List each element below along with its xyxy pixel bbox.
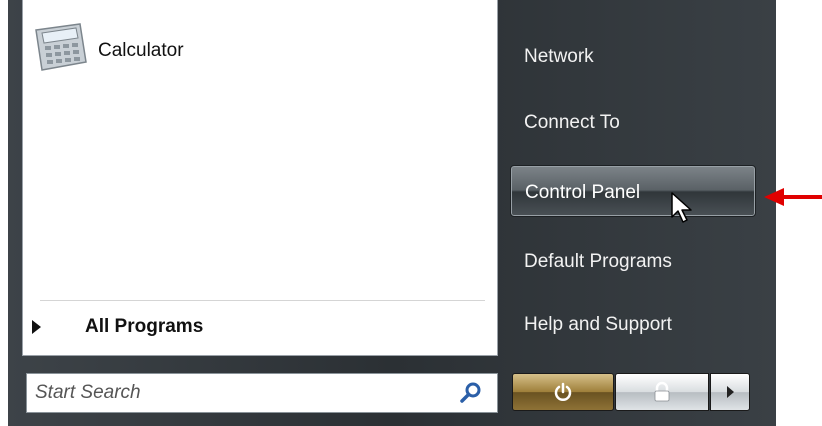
- mouse-cursor-icon: [671, 192, 692, 223]
- shutdown-options-button[interactable]: [710, 373, 750, 411]
- program-label: Calculator: [98, 40, 184, 61]
- menu-item-control-panel[interactable]: Control Panel: [510, 165, 756, 217]
- search-input[interactable]: [27, 381, 437, 405]
- lock-button[interactable]: [615, 373, 709, 411]
- menu-item-default-programs[interactable]: Default Programs: [524, 251, 672, 273]
- magnifier-icon[interactable]: [459, 381, 483, 405]
- program-item-calculator[interactable]: Calculator: [30, 22, 290, 82]
- all-programs-label: All Programs: [85, 316, 204, 337]
- power-icon: [554, 382, 572, 401]
- power-button[interactable]: [512, 373, 614, 411]
- search-box[interactable]: [26, 373, 498, 413]
- calculator-icon: [35, 23, 87, 71]
- triangle-right-icon: [32, 320, 41, 334]
- red-arrow-icon: [764, 188, 822, 206]
- divider: [40, 300, 485, 301]
- all-programs-button[interactable]: All Programs: [32, 316, 203, 338]
- menu-item-network[interactable]: Network: [524, 46, 594, 68]
- arrow-right-icon: [726, 386, 734, 398]
- menu-item-connect-to[interactable]: Connect To: [524, 112, 620, 134]
- menu-item-help-and-support[interactable]: Help and Support: [524, 314, 672, 336]
- lock-icon: [654, 381, 670, 402]
- control-panel-label: Control Panel: [525, 182, 641, 203]
